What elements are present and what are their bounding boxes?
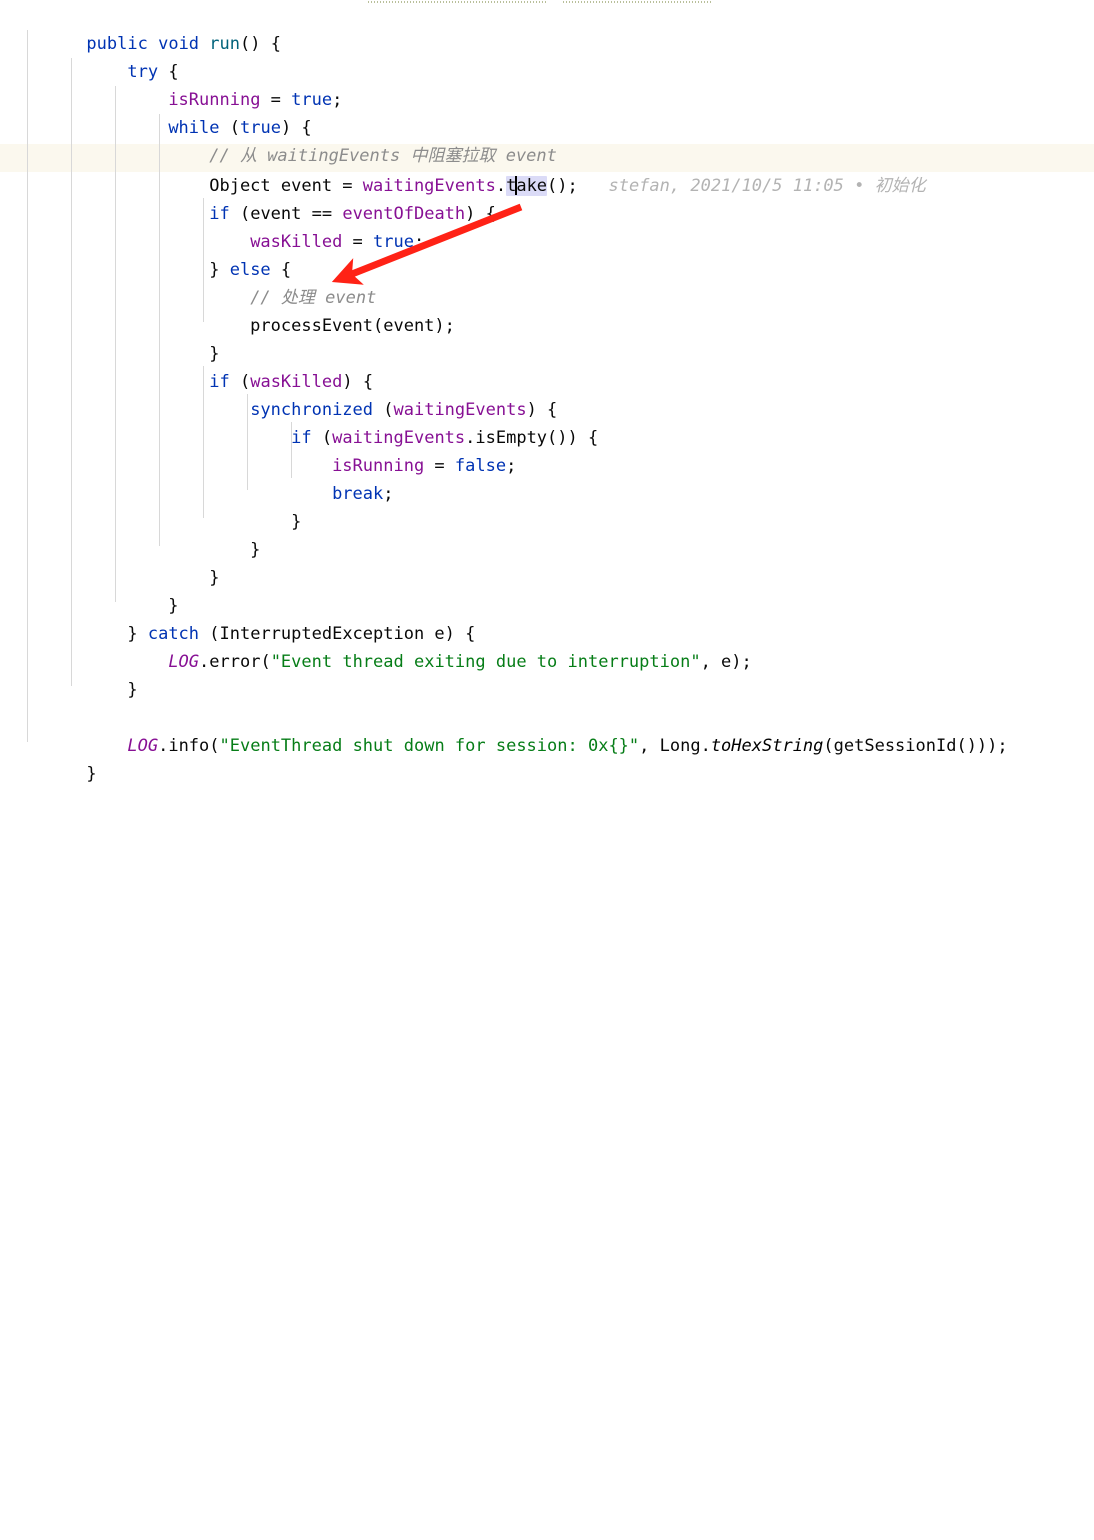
code-line[interactable]: } else { bbox=[0, 228, 291, 280]
code-line[interactable]: isRunning = true; bbox=[0, 58, 342, 110]
code-line-caret[interactable]: Object event = waitingEvents.take(); ste… bbox=[0, 144, 926, 196]
code-line[interactable]: } catch (InterruptedException e) { bbox=[0, 592, 475, 644]
blame-separator: • bbox=[854, 176, 865, 196]
code-text-layer[interactable]: public void run() { try { isRunning = tr… bbox=[0, 0, 1094, 784]
code-line[interactable]: LOG.error("Event thread exiting due to i… bbox=[0, 620, 751, 672]
code-line[interactable]: if (event == eventOfDeath) { bbox=[0, 172, 496, 224]
code-line[interactable]: synchronized (waitingEvents) { bbox=[0, 368, 557, 420]
code-editor[interactable]: public void run() { try { isRunning = tr… bbox=[0, 0, 1094, 784]
code-line[interactable]: processEvent(event); bbox=[0, 284, 455, 336]
code-line[interactable]: } bbox=[0, 508, 260, 560]
code-line[interactable]: public void run() { bbox=[0, 2, 281, 54]
code-line[interactable]: break; bbox=[0, 452, 393, 504]
code-line[interactable]: } bbox=[0, 564, 178, 616]
code-line[interactable]: if (waitingEvents.isEmpty()) { bbox=[0, 396, 598, 448]
code-line[interactable]: } bbox=[0, 536, 219, 588]
code-line[interactable]: } bbox=[0, 312, 219, 364]
code-line[interactable]: // 从 waitingEvents 中阻塞拉取 event bbox=[0, 114, 557, 166]
blame-message: 初始化 bbox=[874, 176, 926, 196]
blame-author: stefan bbox=[608, 176, 670, 196]
code-line[interactable]: LOG.info("EventThread shut down for sess… bbox=[0, 704, 1007, 756]
code-line[interactable]: if (wasKilled) { bbox=[0, 340, 373, 392]
code-line[interactable]: isRunning = false; bbox=[0, 424, 516, 476]
code-line[interactable]: while (true) { bbox=[0, 86, 311, 138]
code-line[interactable]: } bbox=[0, 480, 301, 532]
code-line[interactable]: } bbox=[0, 648, 137, 700]
code-line[interactable] bbox=[0, 676, 97, 704]
code-line[interactable]: // 处理 event bbox=[0, 256, 376, 308]
code-line[interactable]: try { bbox=[0, 30, 178, 82]
blame-date: 2021/10/5 11:05 bbox=[690, 176, 844, 196]
code-line[interactable]: } bbox=[0, 732, 96, 784]
code-line[interactable]: wasKilled = true; bbox=[0, 200, 424, 252]
git-blame-inlay[interactable]: stefan, 2021/10/5 11:05 • 初始化 bbox=[608, 176, 925, 196]
